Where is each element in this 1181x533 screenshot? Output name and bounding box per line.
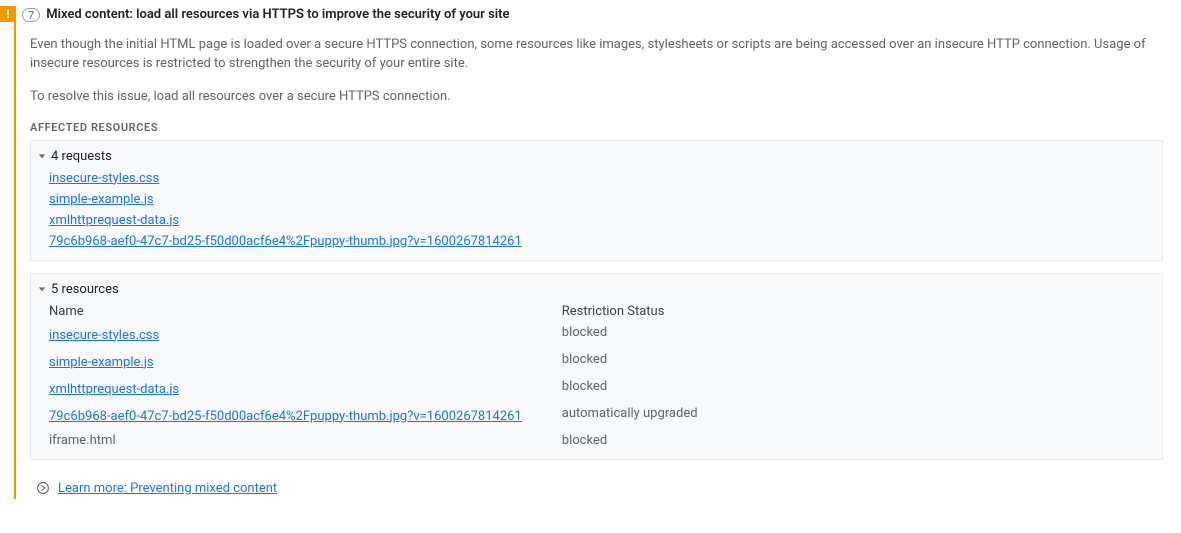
table-row: xmlhttprequest-data.js blocked (49, 376, 738, 403)
issue-title: Mixed content: load all resources via HT… (46, 7, 509, 22)
learn-more-row: Learn more: Preventing mixed content (30, 472, 1163, 499)
resource-link[interactable]: simple-example.js (49, 355, 154, 370)
learn-more-link[interactable]: Learn more: Preventing mixed content (58, 481, 277, 496)
chevron-down-icon (37, 284, 47, 294)
chevron-down-icon (37, 151, 47, 161)
affected-resources-label: AFFECTED RESOURCES (30, 121, 1163, 134)
resources-panel: 5 resources Name Restriction Status inse… (30, 273, 1163, 460)
request-link[interactable]: insecure-styles.css (49, 171, 159, 186)
resource-link[interactable]: 79c6b968-aef0-47c7-bd25-f50d00acf6e4%2Fp… (49, 409, 522, 424)
requests-panel-header[interactable]: 4 requests (31, 145, 1162, 168)
request-link[interactable]: simple-example.js (49, 192, 154, 207)
arrow-circle-icon (36, 481, 50, 495)
resource-link[interactable]: insecure-styles.css (49, 328, 159, 343)
resources-panel-title: 5 resources (51, 282, 119, 297)
requests-list: insecure-styles.css simple-example.js xm… (31, 168, 1162, 254)
request-link[interactable]: xmlhttprequest-data.js (49, 213, 179, 228)
column-name-header: Name (49, 301, 562, 322)
resource-status: blocked (562, 376, 738, 403)
issue-container: ! 7 Mixed content: load all resources vi… (0, 0, 1181, 513)
resource-status: blocked (562, 349, 738, 376)
requests-panel-title: 4 requests (51, 149, 112, 164)
table-row: simple-example.js blocked (49, 349, 738, 376)
resource-status: blocked (562, 322, 738, 349)
issue-resolution: To resolve this issue, load all resource… (30, 88, 1163, 107)
resource-status: blocked (562, 430, 738, 451)
request-link[interactable]: 79c6b968-aef0-47c7-bd25-f50d00acf6e4%2Fp… (49, 234, 522, 249)
resources-panel-header[interactable]: 5 resources (31, 278, 1162, 301)
resources-table: Name Restriction Status insecure-styles.… (31, 301, 748, 453)
requests-panel: 4 requests insecure-styles.css simple-ex… (30, 140, 1163, 261)
resource-link[interactable]: xmlhttprequest-data.js (49, 382, 179, 397)
issue-header[interactable]: ! 7 Mixed content: load all resources vi… (0, 6, 1173, 22)
table-row: insecure-styles.css blocked (49, 322, 738, 349)
column-status-header: Restriction Status (562, 301, 738, 322)
table-row: iframe.html blocked (49, 430, 738, 451)
warning-icon: ! (0, 6, 16, 22)
issue-body: ! 7 Mixed content: load all resources vi… (14, 6, 1173, 499)
table-header-row: Name Restriction Status (49, 301, 738, 322)
issue-description: Even though the initial HTML page is loa… (30, 36, 1163, 74)
resource-status: automatically upgraded (562, 403, 738, 430)
issue-count-badge: 7 (22, 8, 40, 22)
table-row: 79c6b968-aef0-47c7-bd25-f50d00acf6e4%2Fp… (49, 403, 738, 430)
resource-name: iframe.html (49, 430, 562, 451)
